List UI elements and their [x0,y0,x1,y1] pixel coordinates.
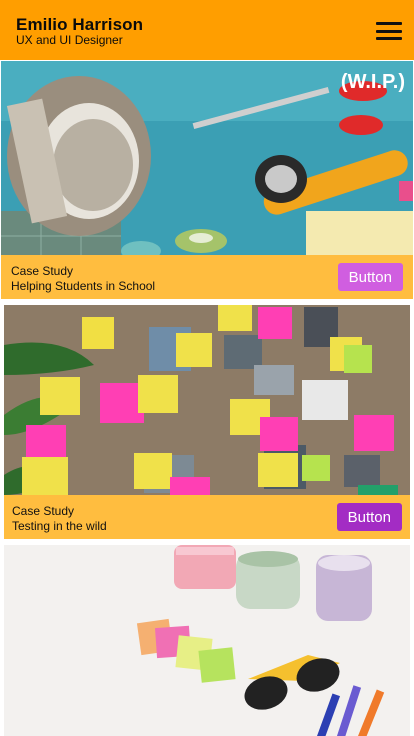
card-caption: Case Study Helping Students in School [11,264,155,294]
card-caption-bar: Case Study Helping Students in School Bu… [1,255,413,299]
wip-badge: (W.I.P.) [340,71,405,93]
app-header: Emilio Harrison UX and UI Designer [0,0,414,60]
designer-role: UX and UI Designer [16,33,123,47]
card-title: Helping Students in School [11,279,156,293]
case-study-card-1[interactable]: (W.I.P.) Case Study Helping Students in … [1,61,413,299]
hamburger-menu-icon[interactable] [376,22,402,40]
card-caption: Case Study Testing in the wild [12,504,107,534]
case-study-card-3[interactable] [4,545,410,736]
card-caption-bar: Case Study Testing in the wild Button [4,495,410,539]
card-label: Case Study [12,504,75,518]
case-study-photo-desk [4,545,410,736]
case-study-button[interactable]: Button [336,503,402,531]
menu-line [376,22,402,25]
brand[interactable]: Emilio Harrison UX and UI Designer [16,16,143,47]
card-title: Testing in the wild [12,519,107,533]
designer-name: Emilio Harrison [16,15,144,34]
card-label: Case Study [11,264,74,278]
menu-line [376,37,402,40]
case-study-button[interactable]: Button [337,263,403,291]
menu-line [376,29,402,33]
case-study-card-2[interactable]: Case Study Testing in the wild Button [4,305,410,539]
